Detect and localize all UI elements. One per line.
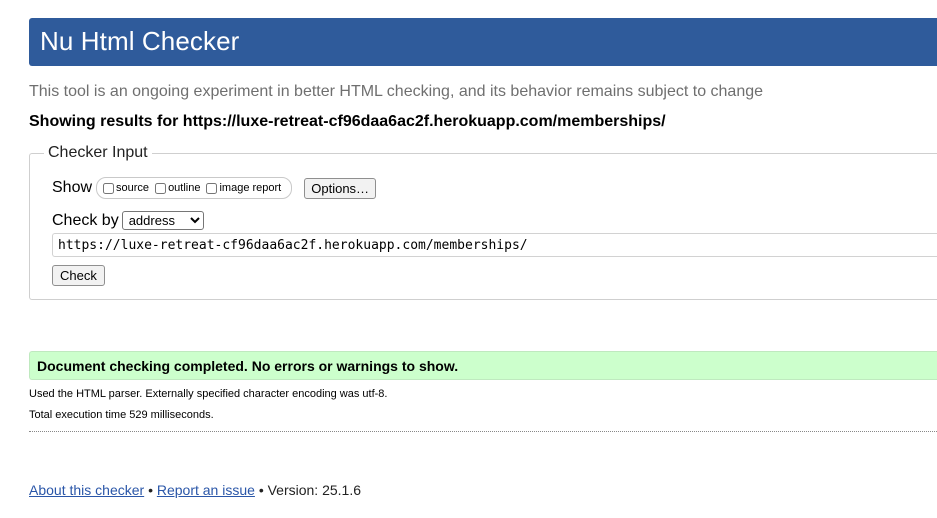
intro-text: This tool is an ongoing experiment in be… [29, 83, 764, 100]
show-source-option[interactable]: source [101, 182, 149, 194]
show-label: Show [52, 179, 93, 196]
check-by-row: Check by address [52, 211, 204, 230]
show-source-checkbox[interactable] [103, 182, 115, 194]
version-text: Version: 25.1.6 [267, 482, 362, 498]
url-input[interactable] [52, 233, 937, 257]
footer: About this checker • Report an issue • V… [29, 482, 361, 498]
parser-info: Used the HTML parser. Externally specifi… [29, 388, 388, 400]
check-by-select[interactable]: address [121, 211, 204, 230]
footer-separator: • [148, 482, 153, 498]
footer-separator: • [258, 482, 264, 498]
show-image-report-checkbox[interactable] [206, 182, 218, 194]
page-title: Nu Html Checker [40, 26, 240, 56]
about-checker-link[interactable]: About this checker [29, 482, 144, 498]
show-image-report-option[interactable]: image report [204, 182, 281, 194]
show-source-label: source [116, 182, 150, 194]
options-button[interactable]: Options… [304, 177, 377, 199]
show-outline-checkbox[interactable] [155, 182, 167, 194]
success-message: Document checking completed. No errors o… [29, 351, 937, 380]
app-header: Nu Html Checker [29, 18, 937, 66]
checker-input-legend: Checker Input [48, 144, 148, 161]
show-outline-option[interactable]: outline [153, 182, 200, 194]
show-outline-label: outline [168, 182, 201, 194]
show-image-report-label: image report [219, 182, 282, 194]
divider [29, 431, 937, 432]
show-options-group: source outline image report [96, 177, 293, 199]
execution-time: Total execution time 529 milliseconds. [29, 409, 214, 421]
report-issue-link[interactable]: Report an issue [157, 482, 255, 498]
check-button[interactable]: Check [52, 265, 105, 286]
showing-results-heading: Showing results for https://luxe-retreat… [29, 113, 666, 130]
check-by-label: Check by [52, 211, 119, 229]
show-row: Show source outline image report Options… [52, 177, 377, 199]
